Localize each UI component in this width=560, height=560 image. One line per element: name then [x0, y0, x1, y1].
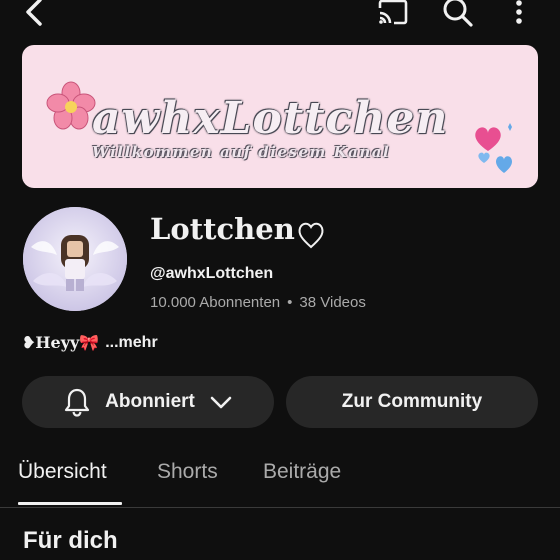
hearts-icon: [470, 107, 518, 182]
more-vertical-icon[interactable]: [504, 0, 534, 32]
chevron-down-icon: [209, 392, 233, 412]
search-icon[interactable]: [440, 0, 476, 32]
banner-subtitle: Willkommen auf diesem Kanal: [92, 143, 391, 161]
description-text: ❥Heyy🎀: [22, 333, 100, 352]
channel-description[interactable]: ❥Heyy🎀 ...mehr: [22, 333, 158, 352]
community-button[interactable]: Zur Community: [286, 376, 538, 428]
cast-icon[interactable]: [374, 0, 412, 32]
tab-posts[interactable]: Beiträge: [263, 460, 341, 484]
tab-shorts[interactable]: Shorts: [157, 460, 218, 484]
channel-name: Lottchen: [150, 212, 295, 246]
more-link[interactable]: ...mehr: [105, 334, 157, 352]
channel-stats: 10.000 Abonnenten • 38 Videos: [150, 294, 366, 311]
community-label: Zur Community: [341, 391, 483, 412]
subscriber-count: 10.000 Abonnenten: [150, 294, 281, 311]
heart-outline-icon: [296, 217, 326, 251]
back-icon[interactable]: [16, 0, 52, 34]
stats-separator: •: [287, 294, 293, 311]
tabs-divider: [0, 507, 560, 508]
channel-handle: @awhxLottchen: [150, 265, 274, 282]
banner-title: awhxLottchen: [92, 93, 449, 144]
subscribed-button[interactable]: Abonniert: [22, 376, 274, 428]
subscribed-label: Abonniert: [105, 391, 195, 412]
bell-icon: [63, 387, 91, 417]
channel-avatar[interactable]: [23, 207, 127, 311]
video-count: 38 Videos: [299, 294, 366, 311]
tab-overview[interactable]: Übersicht: [18, 460, 107, 484]
channel-banner: awhxLottchen Willkommen auf diesem Kanal: [22, 45, 538, 188]
section-title: Für dich: [23, 527, 118, 554]
flower-icon: [46, 81, 96, 136]
active-tab-indicator: [18, 502, 122, 505]
